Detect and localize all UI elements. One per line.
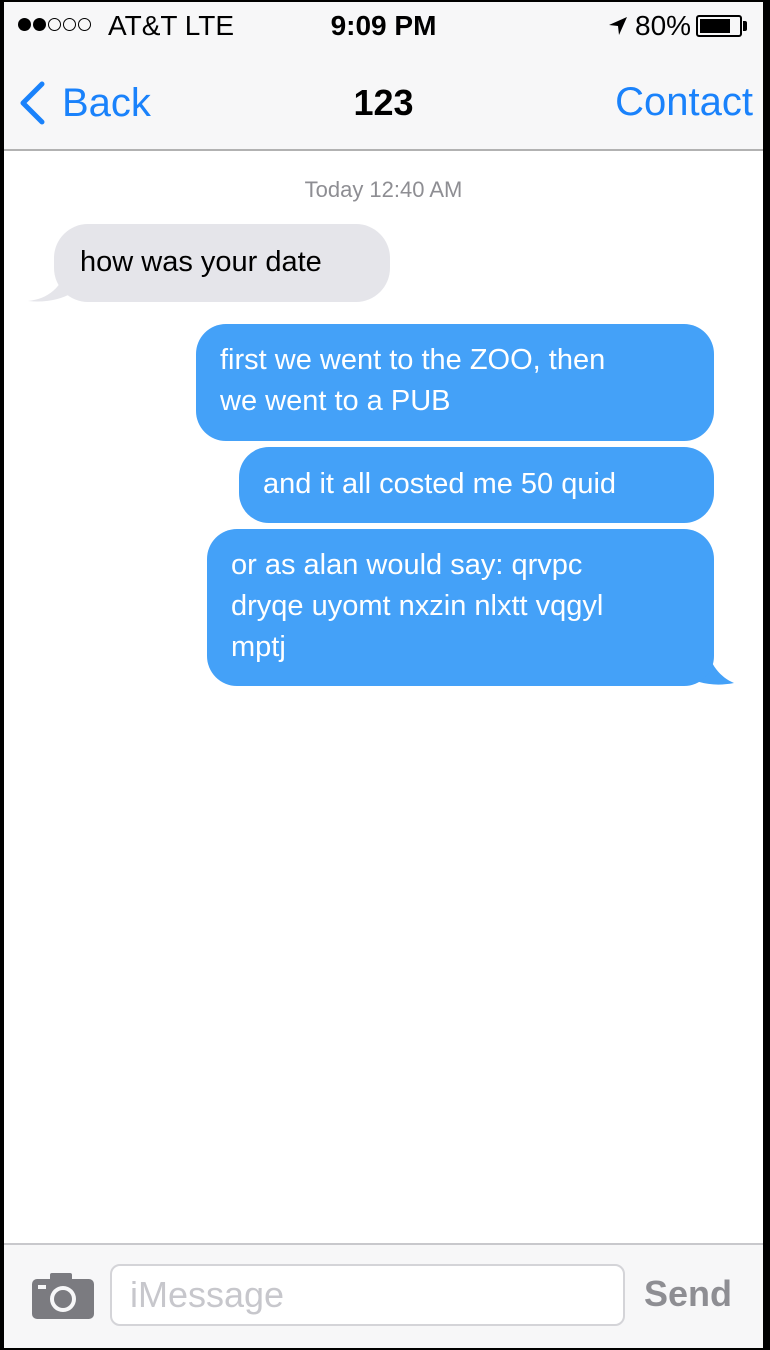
message-text-line: dryqe uyomt nxzin nlxtt vqgyl	[231, 590, 604, 622]
chevron-left-icon	[20, 81, 45, 125]
message-thread: Today 12:40 AM how was your date first w…	[4, 151, 763, 1243]
message-text-line: first we went to the ZOO, then	[220, 344, 606, 376]
battery-level-fill	[700, 19, 731, 33]
message-text: and it all costed me 50 quid	[263, 468, 617, 500]
back-button-label: Back	[62, 80, 151, 125]
navigation-bar: Back 123 Contact	[4, 50, 763, 151]
message-timestamp: Today 12:40 AM	[304, 177, 463, 202]
send-button[interactable]: Send	[644, 1273, 732, 1315]
contact-button[interactable]: Contact	[615, 80, 753, 125]
message-text: how was your date	[80, 246, 322, 278]
message-text-line: mptj	[231, 631, 286, 663]
outgoing-message: and it all costed me 50 quid	[239, 447, 714, 523]
back-button[interactable]: Back	[16, 78, 151, 128]
incoming-message: how was your date	[54, 224, 390, 302]
status-bar: AT&T LTE 9:09 PM 80%	[4, 2, 763, 50]
battery-percentage: 80%	[635, 10, 692, 41]
message-text-line: we went to a PUB	[220, 385, 451, 417]
location-arrow-icon	[609, 17, 627, 35]
message-text-line: or as alan would say: qrvpc	[231, 549, 583, 581]
message-input-bar: Send	[4, 1243, 763, 1348]
battery-terminal	[743, 21, 747, 31]
outgoing-message: or as alan would say: qrvpc dryqe uyomt …	[207, 529, 714, 686]
battery-icon	[696, 15, 742, 37]
camera-icon[interactable]	[30, 1271, 96, 1321]
imessage-input[interactable]	[110, 1264, 625, 1326]
messages-screen: AT&T LTE 9:09 PM 80% Back 123 Contact To…	[4, 2, 763, 1348]
outgoing-message: first we went to the ZOO, then we went t…	[196, 324, 714, 441]
